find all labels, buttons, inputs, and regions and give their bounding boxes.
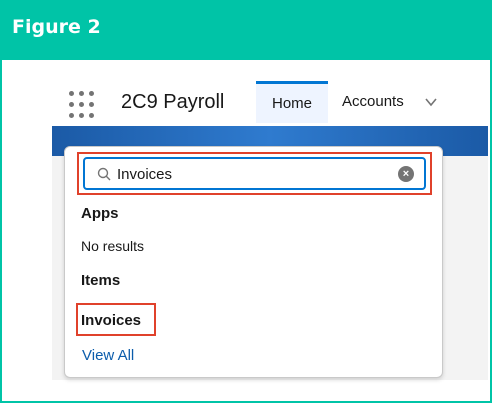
apps-heading: Apps xyxy=(81,205,119,222)
items-heading: Items xyxy=(81,272,121,289)
tab-home[interactable]: Home xyxy=(256,81,328,123)
tab-accounts[interactable]: Accounts xyxy=(342,93,404,110)
chevron-down-icon[interactable] xyxy=(424,95,438,109)
result-item-invoices[interactable]: Invoices xyxy=(81,312,141,329)
search-field[interactable]: × xyxy=(83,157,426,190)
app-name: 2C9 Payroll xyxy=(121,91,225,113)
app-launcher-icon[interactable] xyxy=(69,91,97,119)
figure-header: Figure 2 xyxy=(2,2,490,60)
search-input[interactable] xyxy=(117,163,387,185)
view-all-link[interactable]: View All xyxy=(82,347,134,364)
clear-icon[interactable]: × xyxy=(398,166,414,182)
search-icon xyxy=(97,167,111,181)
apps-empty-text: No results xyxy=(81,238,145,254)
figure-title: Figure 2 xyxy=(12,16,101,38)
